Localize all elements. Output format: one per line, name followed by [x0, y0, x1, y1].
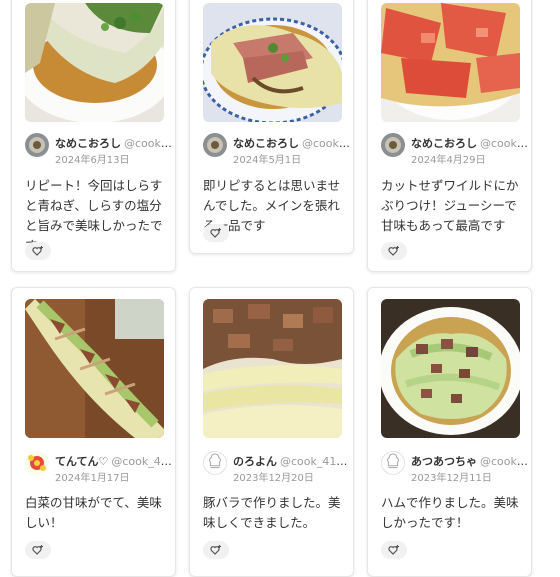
author-name[interactable]: なめこおろし — [233, 137, 299, 150]
author-line: あつあつちゃ@cook_4… — [411, 453, 529, 469]
repo-card[interactable]: のろよん@cook_4122… 2023年12月20日 豚バラで作りました。美味… — [189, 287, 354, 577]
heart-plus-icon — [210, 228, 221, 238]
post-date: 2023年12月20日 — [233, 473, 314, 484]
user-avatar[interactable] — [381, 451, 405, 475]
heart-plus-icon — [388, 246, 399, 256]
author-handle: @cook_4… — [480, 137, 529, 150]
heart-plus-icon — [32, 545, 43, 555]
author-handle: @cook_4… — [302, 137, 351, 150]
author-line: のろよん@cook_4122… — [233, 453, 351, 469]
cooked-photo[interactable] — [381, 299, 520, 438]
cooked-photo[interactable] — [381, 3, 520, 122]
user-avatar[interactable] — [25, 133, 49, 157]
post-date: 2024年6月13日 — [55, 155, 130, 166]
post-date: 2023年12月11日 — [411, 473, 492, 484]
author-handle: @cook_4… — [124, 137, 173, 150]
repo-card[interactable]: なめこおろし@cook_4… 2024年6月13日 リピート！今回はしらすと青ね… — [11, 0, 176, 272]
author-name[interactable]: なめこおろし — [55, 137, 121, 150]
heart-plus-icon — [210, 545, 221, 555]
author-line: なめこおろし@cook_4… — [233, 135, 351, 151]
author-line: なめこおろし@cook_4… — [411, 135, 529, 151]
author-handle: @cook_4122… — [280, 455, 351, 468]
user-avatar[interactable] — [25, 451, 49, 475]
heart-plus-icon — [388, 545, 399, 555]
comment-text: 豚バラで作りました。美味しくできました。 — [203, 495, 341, 530]
react-button[interactable] — [381, 242, 407, 260]
cooked-photo[interactable] — [203, 299, 342, 438]
repo-card[interactable]: あつあつちゃ@cook_4… 2023年12月11日 ハムで作りました。美味しか… — [367, 287, 532, 577]
comment-text: ハムで作りました。美味しかったです！ — [381, 495, 519, 530]
chef-hat-icon — [204, 452, 226, 474]
user-avatar[interactable] — [203, 451, 227, 475]
comment-text: 白菜の甘味がでて、美味しい！ — [25, 495, 162, 530]
react-button[interactable] — [381, 541, 407, 559]
cooked-photo[interactable] — [203, 3, 342, 122]
chef-hat-icon — [382, 452, 404, 474]
post-date: 2024年5月1日 — [233, 155, 302, 166]
react-button[interactable] — [203, 541, 229, 559]
comment-text: カットせずワイルドにかぶりつけ！ジューシーで甘味もあって最高です — [381, 178, 519, 233]
react-button[interactable] — [25, 541, 51, 559]
author-name[interactable]: なめこおろし — [411, 137, 477, 150]
post-date: 2024年1月17日 — [55, 473, 130, 484]
react-button[interactable] — [25, 242, 51, 260]
author-name[interactable]: てんてん♡ — [55, 455, 108, 468]
author-line: てんてん♡ @cook_40… — [55, 453, 173, 469]
author-name[interactable]: のろよん — [233, 455, 277, 468]
user-avatar[interactable] — [203, 133, 227, 157]
cooked-photo[interactable] — [25, 3, 164, 122]
heart-plus-icon — [32, 246, 43, 256]
author-line: なめこおろし@cook_4… — [55, 135, 173, 151]
author-handle: @cook_40… — [111, 455, 173, 468]
author-name[interactable]: あつあつちゃ — [411, 455, 477, 468]
author-handle: @cook_4… — [480, 455, 529, 468]
cooked-photo[interactable] — [25, 299, 164, 438]
repo-card[interactable]: てんてん♡ @cook_40… 2024年1月17日 白菜の甘味がでて、美味しい！ — [11, 287, 176, 577]
repo-card[interactable]: なめこおろし@cook_4… 2024年4月29日 カットせずワイルドにかぶりつ… — [367, 0, 532, 272]
post-date: 2024年4月29日 — [411, 155, 486, 166]
repo-card[interactable]: なめこおろし@cook_4… 2024年5月1日 即リピするとは思いませんでした… — [189, 0, 354, 254]
user-avatar[interactable] — [381, 133, 405, 157]
react-button[interactable] — [203, 224, 229, 242]
